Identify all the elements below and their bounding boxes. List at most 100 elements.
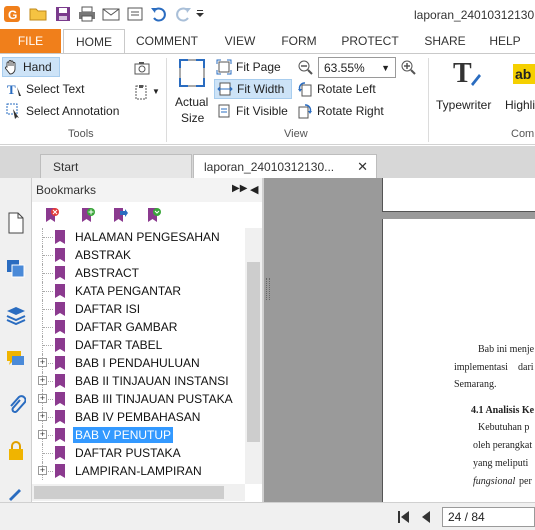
bookmark-item[interactable]: DAFTAR ISI [32, 300, 245, 318]
bookmark-item[interactable]: KATA PENGANTAR [32, 282, 245, 300]
rotate-left-button[interactable]: Rotate Left [297, 79, 376, 99]
bookmark-label: DAFTAR PUSTAKA [75, 446, 181, 460]
signature-icon[interactable] [5, 482, 27, 504]
expand-toggle-icon[interactable]: + [38, 358, 47, 367]
app-logo-icon[interactable]: G [3, 5, 21, 23]
highlight-button[interactable]: ab Highli [505, 58, 535, 116]
expand-toggle-icon[interactable]: + [38, 376, 47, 385]
layers-icon[interactable] [5, 304, 27, 326]
select-annotation-button[interactable]: Select Annotation [6, 101, 119, 121]
rotate-right-button[interactable]: Rotate Right [297, 101, 384, 121]
comment-group-label: Comm [511, 128, 535, 140]
comments-icon[interactable] [5, 348, 27, 370]
tab-home[interactable]: HOME [63, 29, 125, 54]
redo-icon[interactable] [174, 5, 192, 23]
go-to-bookmark-icon[interactable] [112, 207, 128, 223]
first-page-icon[interactable] [396, 509, 412, 525]
zoom-select[interactable]: 63.55% ▼ [318, 57, 396, 78]
typewriter-button[interactable]: T Typewriter [434, 58, 498, 116]
tab-document[interactable]: laporan_24010312130... ✕ [193, 154, 377, 178]
zoom-out-button[interactable] [297, 57, 317, 77]
bookmarks-vertical-scrollbar[interactable] [245, 228, 262, 484]
bookmark-item[interactable]: DAFTAR TABEL [32, 336, 245, 354]
scrollbar-thumb[interactable] [34, 486, 224, 499]
bookmark-item[interactable]: + BAB IV PEMBAHASAN [32, 408, 245, 426]
page-text-line: Semarang. [454, 379, 497, 390]
clipboard-dropdown[interactable]: ▼ [134, 82, 160, 102]
ribbon-panel: Hand T Select Text Select Annotation ▼ T… [0, 53, 535, 145]
bookmark-item[interactable]: DAFTAR PUSTAKA [32, 444, 245, 462]
customize-dropdown-icon[interactable] [194, 5, 206, 23]
bookmark-label: BAB IV PEMBAHASAN [75, 410, 201, 424]
print-icon[interactable] [78, 5, 96, 23]
select-text-button[interactable]: T Select Text [6, 79, 84, 99]
expand-toggle-icon[interactable]: + [38, 430, 47, 439]
properties-icon[interactable] [126, 5, 144, 23]
page-text-line: Kebutuhan p [478, 422, 530, 433]
tab-view[interactable]: VIEW [215, 29, 265, 53]
previous-page-icon[interactable] [418, 509, 434, 525]
rotate-right-label: Rotate Right [317, 104, 384, 118]
tab-help[interactable]: HELP [482, 29, 528, 53]
collapse-panel-icon[interactable]: ◀ [250, 183, 258, 196]
attachment-icon[interactable] [5, 394, 27, 416]
tab-comment[interactable]: COMMENT [129, 29, 205, 53]
tab-protect[interactable]: PROTECT [334, 29, 406, 53]
status-bar: 24 / 84 [0, 502, 535, 530]
bookmark-label: LAMPIRAN-LAMPIRAN [75, 464, 202, 478]
tab-start[interactable]: Start [40, 154, 192, 178]
fit-visible-button[interactable]: Fit Visible [216, 101, 288, 121]
fit-width-button[interactable]: Fit Width [214, 79, 292, 99]
open-folder-icon[interactable] [29, 5, 47, 23]
thumbnails-icon[interactable] [5, 258, 27, 280]
zoom-in-button[interactable] [400, 57, 420, 77]
email-icon[interactable] [102, 5, 120, 23]
bookmark-label: ABSTRAK [75, 248, 132, 262]
highlight-label: Highli [505, 98, 535, 112]
expand-toggle-icon[interactable]: + [38, 394, 47, 403]
expand-panel-icon[interactable]: ▶▶ [232, 183, 247, 194]
bookmarks-title: Bookmarks [36, 183, 97, 197]
view-group-label: View [284, 128, 308, 140]
bookmark-item[interactable]: + BAB I PENDAHULUAN [32, 354, 245, 372]
bookmark-item[interactable]: + BAB V PENUTUP [32, 426, 245, 444]
save-icon[interactable] [54, 5, 72, 23]
bookmark-item[interactable]: + LAMPIRAN-LAMPIRAN [32, 462, 245, 480]
tab-form[interactable]: FORM [272, 29, 326, 53]
bookmark-item[interactable]: ABSTRAK [32, 246, 245, 264]
bookmark-item[interactable]: DAFTAR GAMBAR [32, 318, 245, 336]
scrollbar-thumb[interactable] [247, 262, 260, 442]
lock-icon[interactable] [5, 440, 27, 462]
snapshot-button[interactable] [134, 58, 154, 78]
tab-file[interactable]: FILE [0, 29, 61, 53]
page-number-field[interactable]: 24 / 84 [442, 507, 535, 527]
highlight-icon: ab [513, 64, 535, 84]
close-icon[interactable]: ✕ [357, 155, 368, 179]
tab-share[interactable]: SHARE [416, 29, 474, 53]
fit-page-button[interactable]: Fit Page [216, 57, 281, 77]
rotate-left-icon [297, 81, 313, 97]
zoom-value: 63.55% [324, 61, 365, 75]
bookmark-item[interactable]: + BAB II TINJAUAN INSTANSI [32, 372, 245, 390]
expand-toggle-icon[interactable]: + [38, 466, 47, 475]
bookmarks-horizontal-scrollbar[interactable] [32, 484, 245, 501]
bookmark-item[interactable]: ABSTRACT [32, 264, 245, 282]
expand-bookmarks-icon[interactable] [146, 207, 162, 223]
bookmark-icon [55, 464, 65, 478]
fit-page-icon [216, 59, 232, 75]
hand-tool-button[interactable]: Hand [2, 57, 60, 77]
delete-bookmark-icon[interactable] [44, 207, 60, 223]
pages-icon[interactable] [5, 212, 27, 234]
add-bookmark-icon[interactable] [80, 207, 96, 223]
page-text-line: fungsional [473, 476, 516, 487]
actual-size-button[interactable]: Actual Size [172, 58, 212, 128]
document-page-current[interactable]: Bab ini menje implementasi dari Semarang… [382, 219, 535, 502]
bookmark-label: BAB V PENUTUP [73, 427, 174, 443]
bookmark-item[interactable]: + BAB III TINJAUAN PUSTAKA [32, 390, 245, 408]
splitter-grip[interactable] [266, 278, 270, 300]
expand-toggle-icon[interactable]: + [38, 412, 47, 421]
bookmark-item[interactable]: HALAMAN PENGESAHAN [32, 228, 245, 246]
bookmarks-list: HALAMAN PENGESAHAN ABSTRAK ABSTRACT KATA PE… [32, 228, 245, 484]
page-section-heading: 4.1 Analisis Ke [471, 405, 535, 416]
undo-icon[interactable] [150, 5, 168, 23]
